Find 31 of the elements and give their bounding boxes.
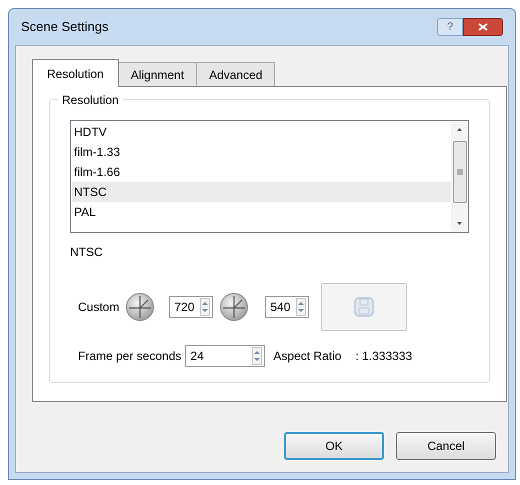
aspect-ratio-value: : 1.333333 <box>355 348 412 365</box>
grip-icon <box>456 169 462 175</box>
dialog-button[interactable]: OK <box>284 432 384 460</box>
tab[interactable]: Alignment <box>118 62 198 86</box>
number-field[interactable]: 720 <box>169 296 214 318</box>
list-item[interactable]: HDTV <box>72 122 451 142</box>
custom-label: Custom <box>78 299 120 316</box>
list-item[interactable]: PAL <box>72 202 451 222</box>
list-item[interactable]: film-1.66 <box>72 162 451 182</box>
scroll-thumb[interactable] <box>452 141 466 203</box>
dial-icon[interactable] <box>125 292 156 322</box>
aspect-ratio-label: Aspect Ratio <box>273 348 342 365</box>
spin-arrows-icon[interactable] <box>296 298 306 316</box>
selected-preset-label: NTSC <box>70 244 103 261</box>
list-item[interactable]: NTSC <box>72 182 451 202</box>
number-field[interactable]: 540 <box>265 296 310 318</box>
dialog-button[interactable]: Cancel <box>396 432 496 460</box>
list-item[interactable]: film-1.33 <box>72 142 451 162</box>
close-icon <box>478 23 488 31</box>
spin-arrows-icon[interactable] <box>200 298 210 316</box>
close-button[interactable] <box>463 18 503 36</box>
tab[interactable]: Resolution <box>32 59 119 87</box>
spin-arrows-icon[interactable] <box>252 347 262 365</box>
scrollbar[interactable] <box>451 121 468 232</box>
tab[interactable]: Advanced <box>197 62 276 86</box>
preset-list[interactable]: HDTV film-1.33 film-1.66 NTSC PAL <box>70 120 469 233</box>
number-field[interactable]: 24 <box>185 345 266 367</box>
dial-icon[interactable] <box>219 292 250 322</box>
fps-label: Frame per seconds <box>78 348 182 365</box>
window-title: Scene Settings <box>21 18 110 36</box>
help-button[interactable]: ? <box>437 18 463 36</box>
